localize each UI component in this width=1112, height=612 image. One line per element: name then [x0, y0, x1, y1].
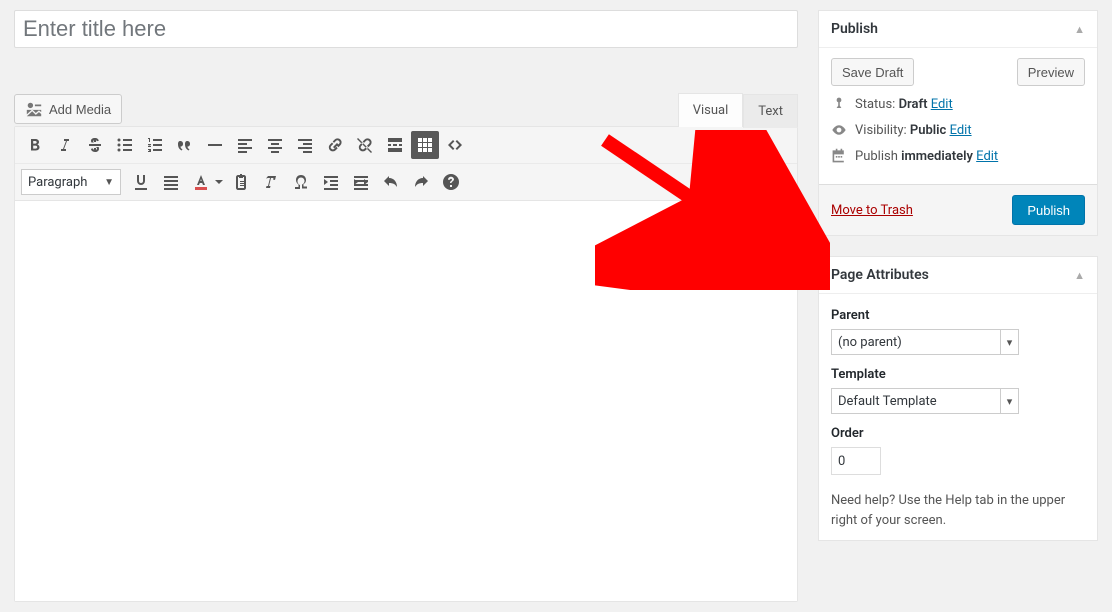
align-center-icon[interactable]	[261, 131, 289, 159]
paste-text-icon[interactable]	[227, 168, 255, 196]
edit-status-link[interactable]: Edit	[931, 97, 953, 112]
blockquote-icon[interactable]	[171, 131, 199, 159]
add-media-button[interactable]: Add Media	[14, 94, 122, 124]
strikethrough-icon[interactable]	[81, 131, 109, 159]
parent-label: Parent	[831, 308, 1085, 323]
chevron-down-icon	[1000, 389, 1018, 413]
help-icon[interactable]	[437, 168, 465, 196]
publish-metabox: Publish ▲ Save Draft Preview Status: Dra…	[818, 10, 1098, 236]
order-label: Order	[831, 426, 1085, 441]
editor-box: Visual Text	[14, 126, 798, 602]
page-attributes-help-text: Need help? Use the Help tab in the upper…	[831, 491, 1085, 530]
move-to-trash-link[interactable]: Move to Trash	[831, 203, 913, 218]
text-color-icon[interactable]	[187, 168, 215, 196]
align-left-icon[interactable]	[231, 131, 259, 159]
italic-icon[interactable]	[51, 131, 79, 159]
read-more-icon[interactable]	[381, 131, 409, 159]
undo-icon[interactable]	[377, 168, 405, 196]
tab-text[interactable]: Text	[743, 94, 798, 128]
hr-icon[interactable]	[201, 131, 229, 159]
preview-button[interactable]: Preview	[1017, 58, 1085, 86]
editor-toolbar: Paragraph▼	[15, 127, 797, 201]
underline-icon[interactable]	[127, 168, 155, 196]
toolbar-toggle-icon[interactable]	[411, 131, 439, 159]
order-input[interactable]: 0	[831, 447, 881, 475]
align-justify-icon[interactable]	[157, 168, 185, 196]
media-icon	[25, 100, 43, 118]
align-right-icon[interactable]	[291, 131, 319, 159]
triangle-up-icon: ▲	[1074, 269, 1085, 282]
schedule-row: Publish immediately Edit	[831, 148, 1085, 164]
bullet-list-icon[interactable]	[111, 131, 139, 159]
publish-heading[interactable]: Publish ▲	[819, 11, 1097, 48]
code-icon[interactable]	[441, 131, 469, 159]
clear-formatting-icon[interactable]	[257, 168, 285, 196]
page-attributes-heading[interactable]: Page Attributes ▲	[819, 257, 1097, 294]
add-media-label: Add Media	[49, 102, 111, 117]
outdent-icon[interactable]	[317, 168, 345, 196]
editor-content-area[interactable]	[15, 201, 797, 601]
eye-icon	[831, 122, 847, 138]
save-draft-button[interactable]: Save Draft	[831, 58, 914, 86]
edit-schedule-link[interactable]: Edit	[976, 149, 998, 164]
unlink-icon[interactable]	[351, 131, 379, 159]
bold-icon[interactable]	[21, 131, 49, 159]
template-select[interactable]: Default Template	[831, 388, 1019, 414]
pin-icon	[831, 96, 847, 112]
page-attributes-metabox: Page Attributes ▲ Parent (no parent) Tem…	[818, 256, 1098, 541]
tab-visual[interactable]: Visual	[678, 93, 744, 127]
chevron-down-icon	[1000, 330, 1018, 354]
template-label: Template	[831, 367, 1085, 382]
title-input[interactable]	[14, 10, 798, 48]
triangle-up-icon: ▲	[1074, 23, 1085, 36]
calendar-icon	[831, 148, 847, 164]
parent-select[interactable]: (no parent)	[831, 329, 1019, 355]
special-character-icon[interactable]	[287, 168, 315, 196]
publish-button[interactable]: Publish	[1012, 195, 1085, 225]
numbered-list-icon[interactable]	[141, 131, 169, 159]
paragraph-selector[interactable]: Paragraph▼	[21, 169, 121, 195]
indent-icon[interactable]	[347, 168, 375, 196]
edit-visibility-link[interactable]: Edit	[950, 123, 972, 138]
visibility-row: Visibility: Public Edit	[831, 122, 1085, 138]
chevron-down-icon: ▼	[104, 177, 114, 188]
link-icon[interactable]	[321, 131, 349, 159]
redo-icon[interactable]	[407, 168, 435, 196]
text-color-dropdown-icon[interactable]	[213, 168, 225, 196]
status-row: Status: Draft Edit	[831, 96, 1085, 112]
